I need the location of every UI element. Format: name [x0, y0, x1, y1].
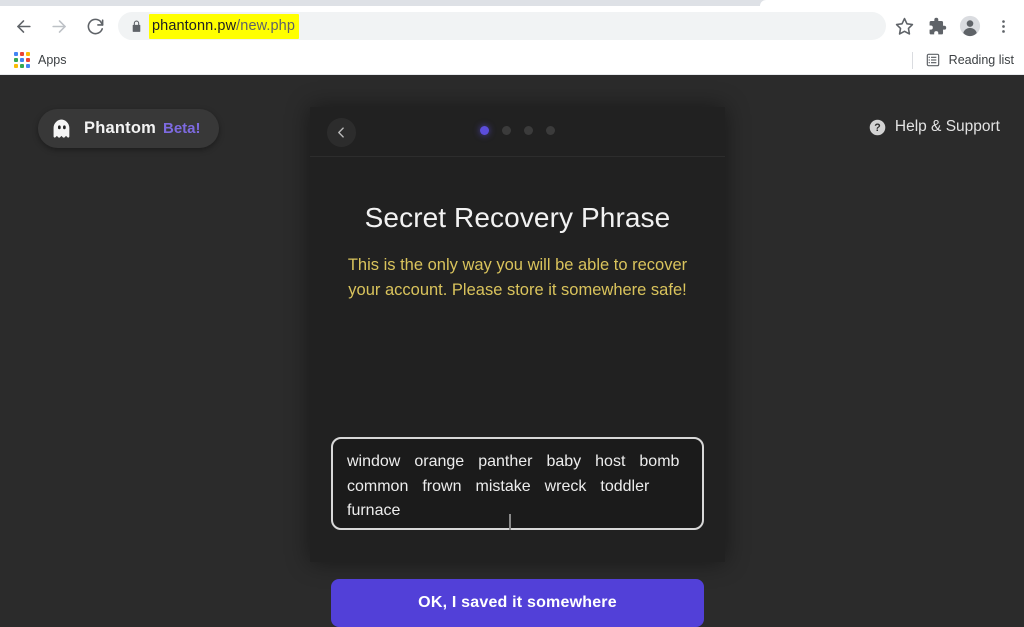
- seed-word: furnace: [347, 502, 401, 520]
- toolbar-icon-group: [886, 11, 1024, 41]
- url-display[interactable]: phantonn.pw/new.php: [149, 14, 300, 39]
- browser-chrome: phantonn.pw/new.php Apps Reading list: [0, 0, 1024, 75]
- question-circle-icon: ?: [869, 119, 886, 136]
- seed-word: frown: [422, 477, 462, 495]
- phantom-brand-name: Phantom: [84, 119, 156, 137]
- lock-icon: [130, 19, 143, 34]
- reload-button[interactable]: [80, 11, 110, 41]
- url-path: /new.php: [236, 18, 296, 34]
- browser-toolbar: phantonn.pw/new.php: [0, 6, 1024, 46]
- step-indicator: [310, 126, 725, 135]
- seed-word: baby: [546, 453, 582, 470]
- confirm-saved-button[interactable]: OK, I saved it somewhere: [331, 579, 704, 627]
- seed-word: host: [595, 453, 626, 470]
- seed-word: orange: [414, 453, 465, 470]
- seed-word: window: [347, 453, 401, 470]
- address-bar[interactable]: phantonn.pw/new.php: [118, 12, 886, 40]
- seed-word: common: [347, 477, 409, 495]
- step-dot-4[interactable]: [546, 126, 555, 135]
- step-dot-1[interactable]: [480, 126, 489, 135]
- toolbar-divider: [911, 51, 913, 69]
- extensions-puzzle-icon[interactable]: [922, 11, 952, 41]
- seed-phrase-word-list: window orange panther baby host bomb com…: [347, 451, 688, 523]
- text-cursor: [509, 514, 511, 530]
- reading-list-icon: [925, 52, 941, 68]
- seed-word: mistake: [475, 477, 531, 495]
- reading-list-button[interactable]: Reading list: [911, 51, 1024, 69]
- url-domain: phantonn.pw: [152, 18, 237, 34]
- kebab-menu-icon[interactable]: [988, 11, 1018, 41]
- step-dot-2[interactable]: [502, 126, 511, 135]
- phantom-brand-badge[interactable]: Phantom Beta!: [38, 109, 219, 148]
- forward-button[interactable]: [44, 11, 74, 41]
- seed-word: wreck: [544, 477, 587, 495]
- page-content: Phantom Beta! ? Help & Support Secret Re…: [0, 75, 1024, 627]
- apps-label: Apps: [38, 53, 67, 67]
- seed-phrase-box[interactable]: window orange panther baby host bomb com…: [331, 437, 704, 530]
- reading-list-label: Reading list: [948, 53, 1014, 67]
- apps-shortcut[interactable]: Apps: [8, 49, 73, 71]
- help-support-link[interactable]: ? Help & Support: [869, 118, 1000, 136]
- seed-word: bomb: [639, 453, 680, 470]
- modal-header: [310, 107, 725, 157]
- back-button[interactable]: [8, 11, 38, 41]
- step-dot-3[interactable]: [524, 126, 533, 135]
- phantom-beta-label: Beta!: [162, 120, 201, 137]
- phantom-ghost-icon: [51, 118, 73, 140]
- help-support-label: Help & Support: [894, 118, 1000, 135]
- bookmarks-bar: Apps Reading list: [0, 46, 1024, 75]
- bookmark-star-icon[interactable]: [889, 11, 919, 41]
- profile-avatar-icon[interactable]: [955, 11, 985, 41]
- seed-word: toddler: [600, 477, 650, 495]
- svg-text:?: ?: [874, 122, 880, 134]
- apps-grid-icon: [14, 52, 30, 68]
- onboarding-modal: Secret Recovery Phrase This is the only …: [310, 107, 725, 627]
- page-title: Secret Recovery Phrase: [364, 202, 671, 233]
- seed-word: panther: [478, 453, 533, 470]
- warning-text: This is the only way you will be able to…: [347, 256, 688, 300]
